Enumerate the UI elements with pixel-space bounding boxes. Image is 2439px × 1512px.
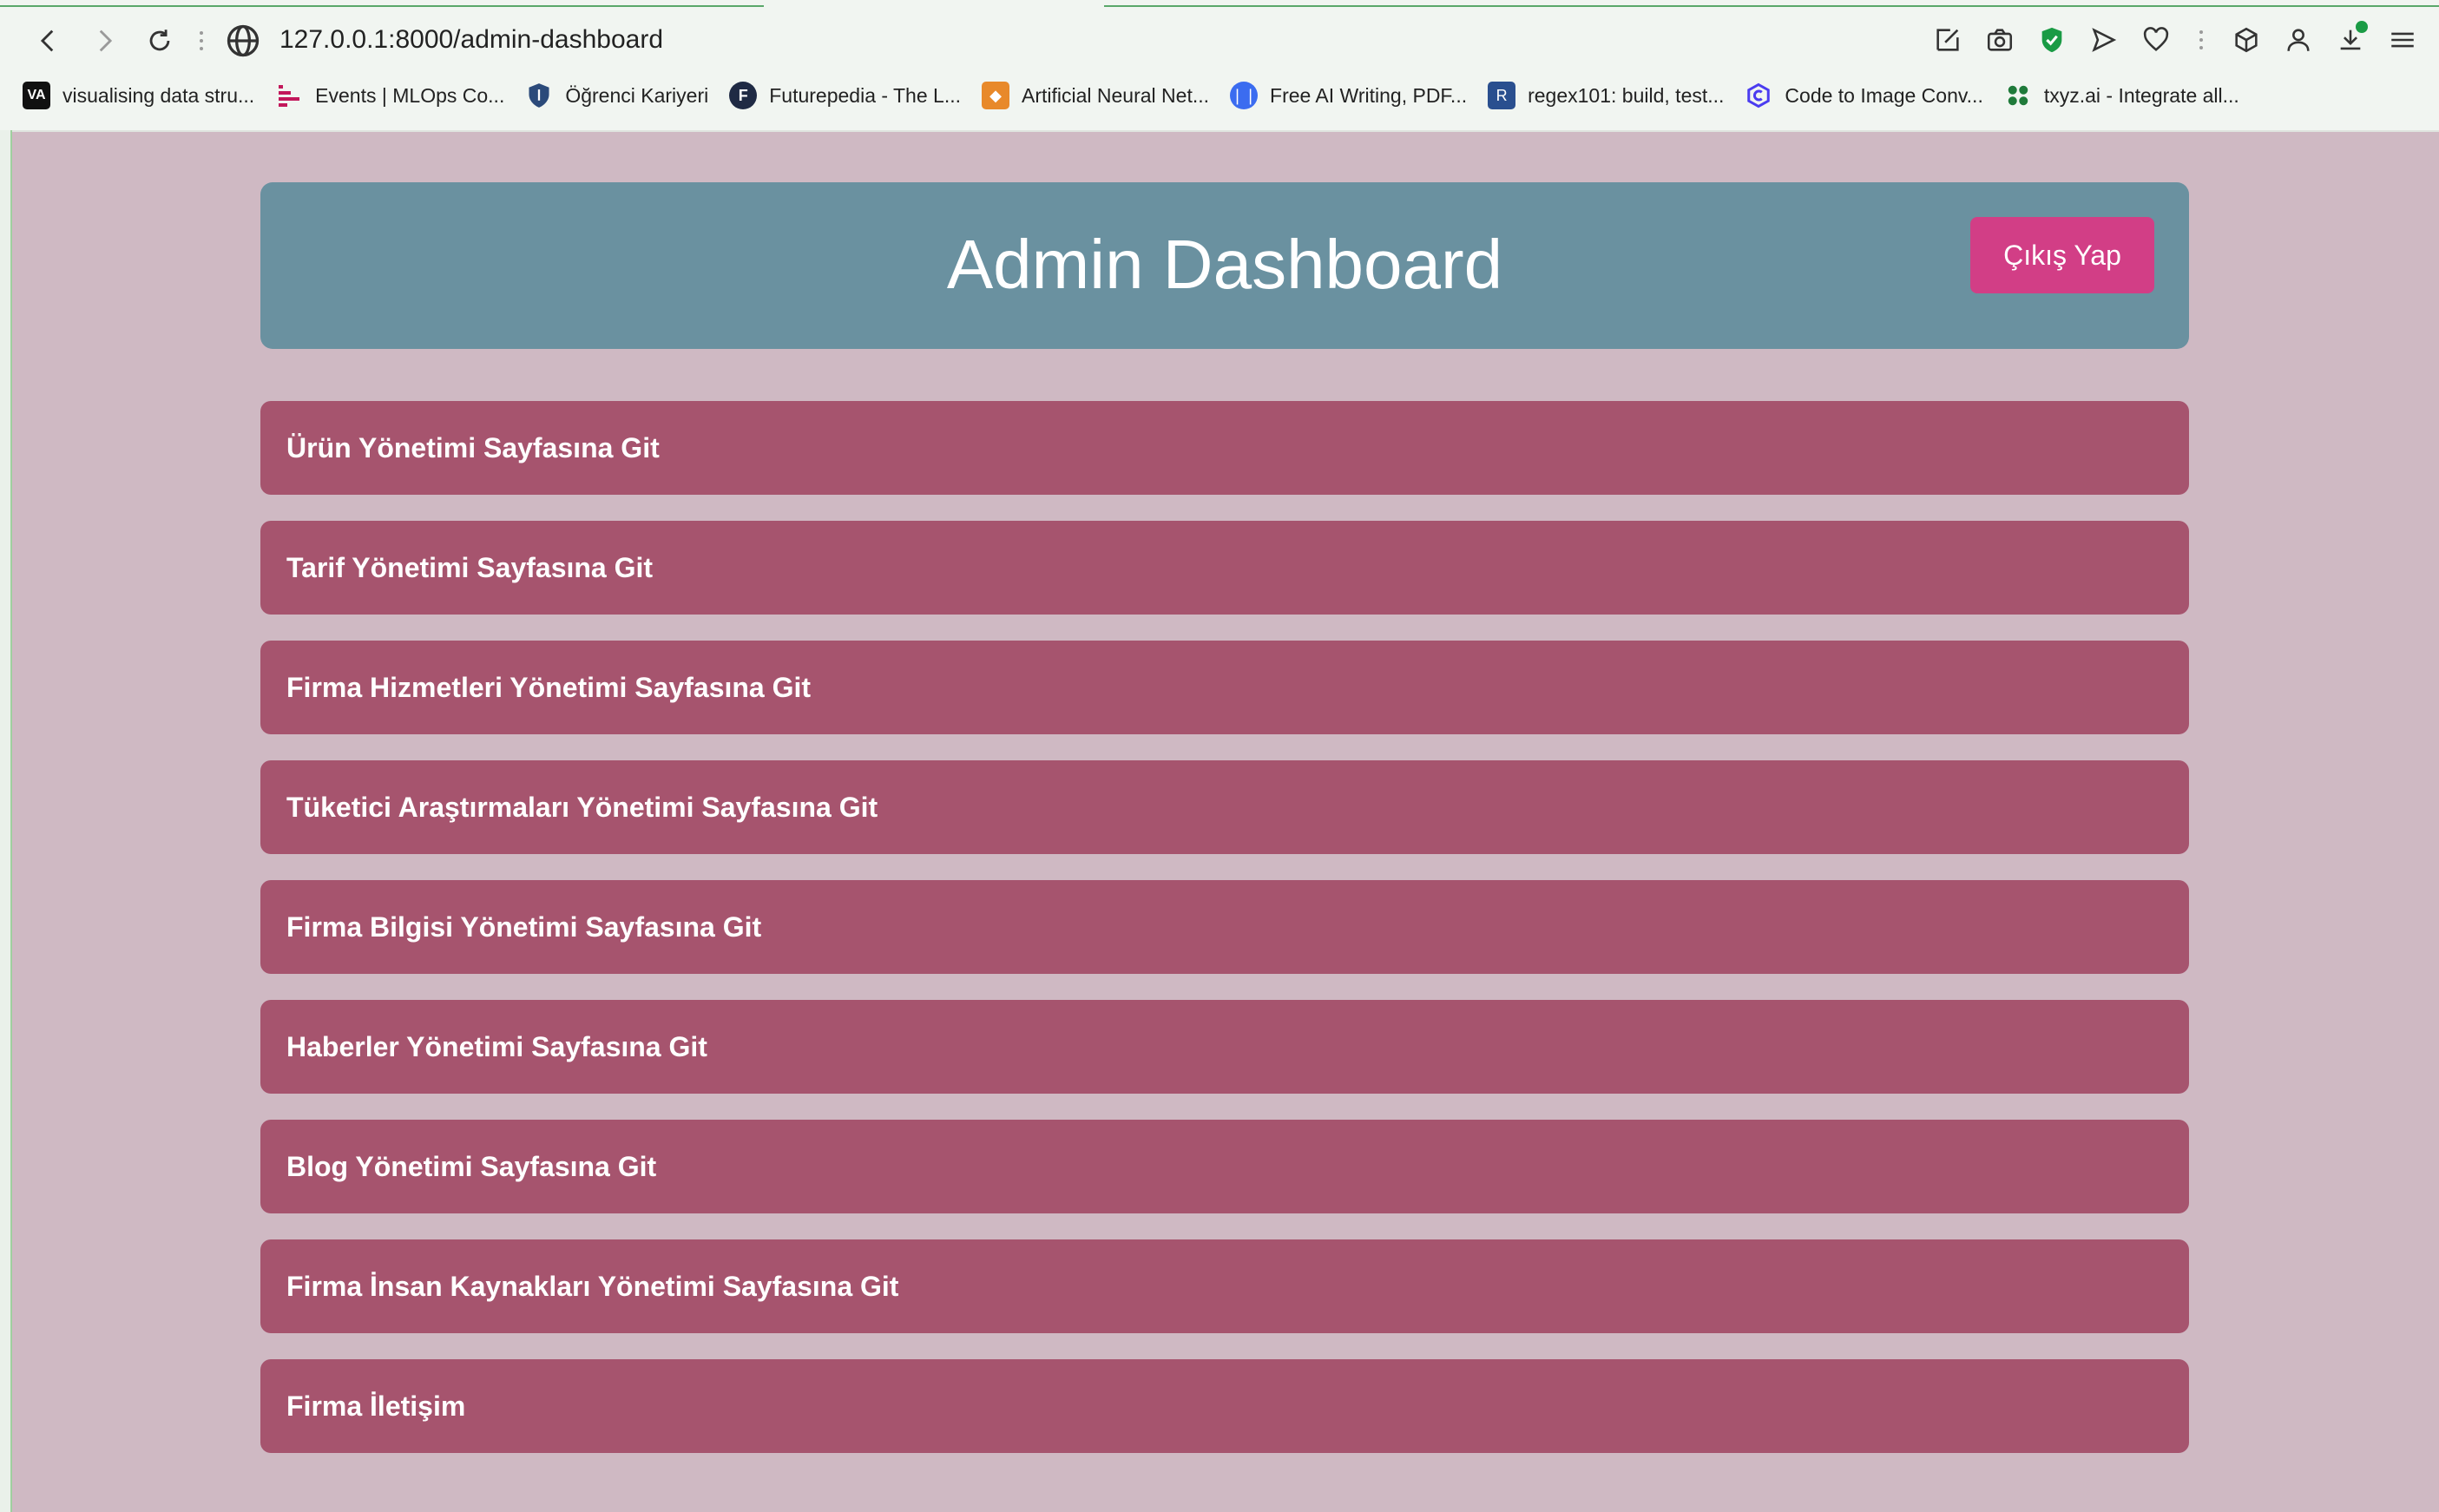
bookmark-item[interactable]: F Futurepedia - The L... xyxy=(729,82,961,109)
cube-icon[interactable] xyxy=(2225,19,2267,61)
window-edge xyxy=(0,130,12,1512)
regex101-logo-icon: R xyxy=(1488,82,1516,109)
bookmark-item[interactable]: R regex101: build, test... xyxy=(1488,82,1724,109)
bookmark-label: Artificial Neural Net... xyxy=(1022,83,1210,107)
futurepedia-logo-icon: F xyxy=(729,82,758,109)
edit-icon[interactable] xyxy=(1927,19,1969,61)
reload-icon[interactable] xyxy=(132,13,187,69)
camera-icon[interactable] xyxy=(1979,19,2021,61)
download-icon[interactable] xyxy=(2330,19,2371,61)
bookmark-item[interactable]: Code to Image Conv... xyxy=(1745,82,1983,109)
dashboard-header: Admin Dashboard Çıkış Yap xyxy=(260,182,2189,349)
menu-item-product-management[interactable]: Ürün Yönetimi Sayfasına Git xyxy=(260,401,2189,495)
address-bar[interactable]: 127.0.0.1:8000/admin-dashboard xyxy=(279,21,663,59)
logout-button[interactable]: Çıkış Yap xyxy=(1970,217,2154,293)
bookmark-label: visualising data stru... xyxy=(62,83,255,107)
menu-item-news-management[interactable]: Haberler Yönetimi Sayfasına Git xyxy=(260,1000,2189,1094)
mlops-logo-icon xyxy=(275,82,303,109)
separator-dots-icon xyxy=(2196,23,2206,57)
ai-writing-logo-icon: ❘❘ xyxy=(1230,82,1259,109)
menu-item-hr-management[interactable]: Firma İnsan Kaynakları Yönetimi Sayfasın… xyxy=(260,1239,2189,1333)
bookmark-label: Events | MLOps Co... xyxy=(315,83,505,107)
shield-logo-icon xyxy=(525,82,553,109)
heart-icon[interactable] xyxy=(2135,19,2177,61)
bookmark-item[interactable]: Öğrenci Kariyeri xyxy=(525,82,708,109)
separator-dots-icon xyxy=(196,23,207,58)
tab-strip-edge xyxy=(0,0,764,7)
tab-strip-edge xyxy=(1104,0,2439,7)
browser-tools xyxy=(1927,16,2423,64)
bookmark-item[interactable]: Events | MLOps Co... xyxy=(275,82,504,109)
menu-item-company-services-management[interactable]: Firma Hizmetleri Yönetimi Sayfasına Git xyxy=(260,641,2189,734)
send-icon[interactable] xyxy=(2083,19,2125,61)
browser-toolbar: 127.0.0.1:8000/admin-dashboard VA visual… xyxy=(0,0,2439,132)
menu-item-blog-management[interactable]: Blog Yönetimi Sayfasına Git xyxy=(260,1120,2189,1213)
txyz-logo-icon xyxy=(2004,82,2032,109)
code-to-image-logo-icon xyxy=(1745,82,1772,109)
bookmark-item[interactable]: ❘❘ Free AI Writing, PDF... xyxy=(1230,82,1467,109)
globe-icon[interactable] xyxy=(224,22,262,60)
neural-net-logo-icon: ◆ xyxy=(982,82,1009,109)
admin-menu: Ürün Yönetimi Sayfasına Git Tarif Yöneti… xyxy=(260,401,2189,1479)
navigation-controls xyxy=(21,12,262,69)
shield-check-icon[interactable] xyxy=(2031,19,2073,61)
menu-item-recipe-management[interactable]: Tarif Yönetimi Sayfasına Git xyxy=(260,521,2189,615)
menu-item-consumer-research-management[interactable]: Tüketici Araştırmaları Yönetimi Sayfasın… xyxy=(260,760,2189,854)
bookmark-label: txyz.ai - Integrate all... xyxy=(2043,83,2239,107)
bookmark-item[interactable]: VA visualising data stru... xyxy=(23,82,254,109)
bookmarks-bar: VA visualising data stru... Events | MLO… xyxy=(23,76,2239,115)
profile-icon[interactable] xyxy=(2278,19,2319,61)
bookmark-label: Free AI Writing, PDF... xyxy=(1270,83,1468,107)
bookmark-label: regex101: build, test... xyxy=(1528,83,1725,107)
forward-icon[interactable] xyxy=(76,13,132,69)
bookmark-label: Öğrenci Kariyeri xyxy=(565,83,709,107)
page-title: Admin Dashboard xyxy=(946,226,1503,303)
va-logo-icon: VA xyxy=(23,82,50,109)
bookmark-label: Futurepedia - The L... xyxy=(769,83,961,107)
menu-item-company-info-management[interactable]: Firma Bilgisi Yönetimi Sayfasına Git xyxy=(260,880,2189,974)
settings-sliders-icon[interactable] xyxy=(2382,19,2423,61)
bookmark-item[interactable]: ◆ Artificial Neural Net... xyxy=(982,82,1209,109)
bookmark-item[interactable]: txyz.ai - Integrate all... xyxy=(2004,82,2239,109)
download-status-dot xyxy=(2356,21,2368,33)
menu-item-company-contact[interactable]: Firma İletişim xyxy=(260,1359,2189,1453)
bookmark-label: Code to Image Conv... xyxy=(1785,83,1983,107)
back-icon[interactable] xyxy=(21,13,76,69)
